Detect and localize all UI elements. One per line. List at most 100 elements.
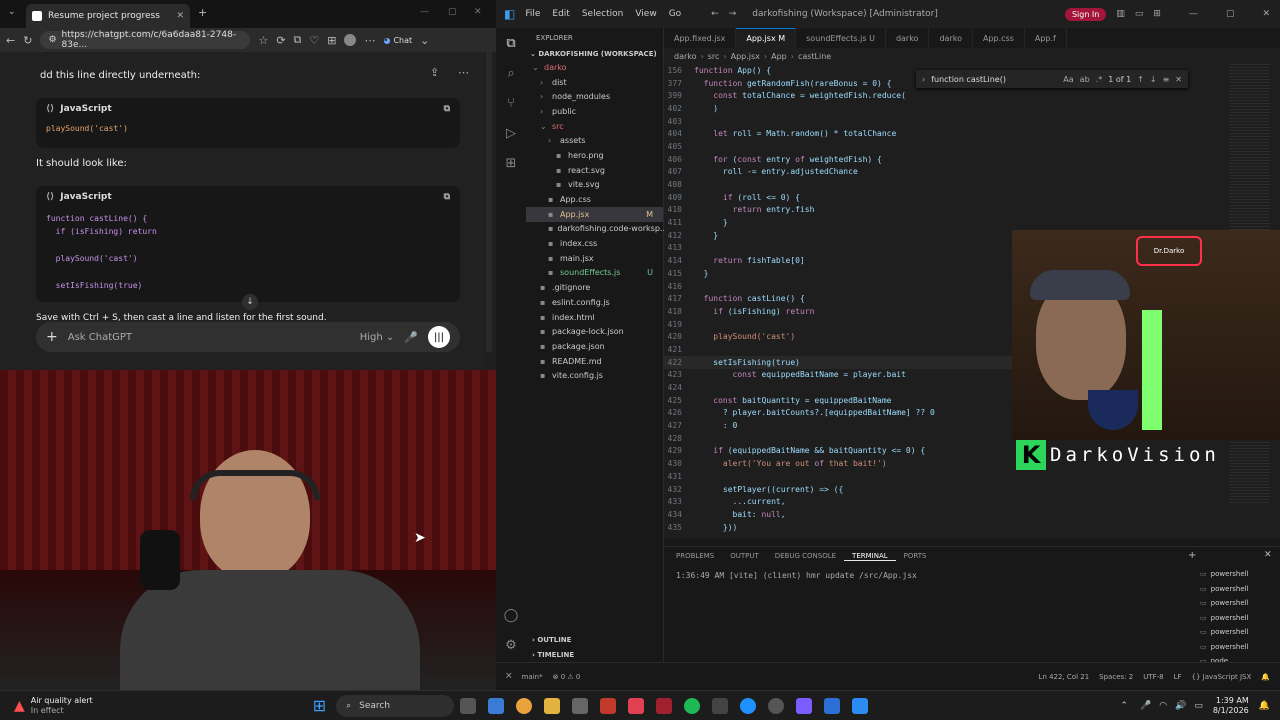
file-tree-item[interactable]: ▪ package.json — [526, 339, 663, 354]
start-button-icon[interactable]: ⊞ — [313, 696, 326, 715]
refresh-icon[interactable]: ⟳ — [276, 34, 285, 47]
workspace-header[interactable]: ⌄ DARKOFISHING (WORKSPACE) — [526, 48, 663, 60]
status-item[interactable]: LF — [1174, 673, 1182, 681]
favorites-icon[interactable]: ♡ — [309, 34, 319, 47]
mic-tray-icon[interactable]: 🎤 — [1140, 701, 1151, 711]
model-level-selector[interactable]: High ⌄ — [360, 332, 395, 343]
attach-plus-icon[interactable]: + — [46, 329, 58, 345]
extension-icon[interactable]: ⧉ — [294, 33, 302, 47]
editor-tab[interactable]: darko — [929, 28, 973, 48]
prev-match-icon[interactable]: ↑ — [1137, 75, 1144, 84]
menu-item-edit[interactable]: Edit — [552, 9, 569, 19]
timeline-section[interactable]: › TIMELINE — [526, 651, 663, 659]
voice-mode-icon[interactable]: ||| — [428, 326, 450, 348]
app-icon-8[interactable] — [656, 697, 673, 714]
editor-tab[interactable]: App.css — [973, 28, 1025, 48]
remote-icon[interactable]: ⨉ — [506, 672, 512, 681]
find-close-icon[interactable]: ✕ — [1175, 75, 1182, 84]
nav-back-icon[interactable]: ← — [711, 9, 719, 19]
file-tree-item[interactable]: ▪ soundEffects.js U — [526, 266, 663, 281]
editor-tab[interactable]: App.fixed.jsx — [664, 28, 737, 48]
more-options-icon[interactable]: ⋯ — [364, 34, 375, 47]
match-word-icon[interactable]: ab — [1080, 75, 1090, 84]
file-tree-item[interactable]: ⌄ darko — [526, 60, 663, 75]
terminal-instance[interactable]: ▭ powershell — [1200, 582, 1280, 597]
battery-icon[interactable]: ▭ — [1194, 701, 1203, 711]
profile-avatar[interactable] — [344, 34, 357, 46]
editor-tab[interactable]: darko — [886, 28, 930, 48]
file-tree-item[interactable]: ▪ App.css — [526, 192, 663, 207]
find-expand-icon[interactable]: › — [922, 75, 925, 84]
nav-forward-icon[interactable]: → — [729, 9, 737, 19]
tab-list-icon[interactable]: ⌄ — [8, 7, 16, 17]
new-tab-icon[interactable]: + — [198, 6, 207, 19]
account-icon[interactable]: ◯ — [496, 600, 526, 630]
reload-icon[interactable]: ↻ — [23, 34, 32, 47]
task-view-icon[interactable] — [460, 697, 477, 714]
breadcrumb-item[interactable]: darko — [674, 52, 697, 61]
sidebar-toggle-icon[interactable]: ⌄ — [420, 34, 429, 47]
file-explorer-icon[interactable] — [544, 697, 561, 714]
match-case-icon[interactable]: Aa — [1063, 75, 1073, 84]
tray-chevron-icon[interactable]: ⌃ — [1120, 701, 1128, 711]
maps-icon[interactable] — [628, 697, 645, 714]
terminal-instance[interactable]: ▭ powershell — [1200, 611, 1280, 626]
breadcrumb-item[interactable]: App — [771, 52, 787, 61]
menu-item-go[interactable]: Go — [669, 9, 681, 19]
status-item[interactable]: Ln 422, Col 21 — [1039, 673, 1090, 681]
file-tree-item[interactable]: › dist — [526, 75, 663, 90]
explorer-icon[interactable]: ⧉ — [496, 28, 526, 58]
file-tree-item[interactable]: ⌄ src — [526, 119, 663, 134]
terminal-instance[interactable]: ▭ powershell — [1200, 625, 1280, 640]
panel-tab-debug-console[interactable]: DEBUG CONSOLE — [767, 552, 844, 560]
workspace-title[interactable]: darkofishing (Workspace) [Administrator] — [752, 9, 938, 19]
back-icon[interactable]: ← — [6, 34, 15, 47]
chat-scrollbar[interactable] — [486, 52, 492, 352]
status-item[interactable]: main* — [522, 673, 543, 681]
menu-item-selection[interactable]: Selection — [582, 9, 623, 19]
vs-minimize-icon[interactable]: — — [1189, 9, 1198, 19]
share-icon[interactable]: ⇪ — [430, 66, 439, 79]
find-selection-icon[interactable]: ≡ — [1163, 75, 1170, 84]
spotify-icon[interactable] — [684, 697, 701, 714]
site-info-icon[interactable]: ⚙ — [48, 35, 56, 45]
vscode-taskbar-icon[interactable] — [852, 697, 869, 714]
file-tree-item[interactable]: ▪ index.css — [526, 236, 663, 251]
status-item[interactable]: UTF-8 — [1143, 673, 1163, 681]
search-icon[interactable]: ⌕ — [496, 58, 526, 88]
scroll-down-icon[interactable]: ↓ — [242, 294, 258, 310]
copilot-chat-button[interactable]: ◕ Chat — [383, 36, 412, 45]
copy-icon[interactable]: ⧉ — [444, 104, 450, 114]
file-tree-item[interactable]: ▪ hero.png — [526, 148, 663, 163]
file-tree-item[interactable]: ▪ README.md — [526, 354, 663, 369]
edge-icon[interactable] — [740, 697, 757, 714]
new-terminal-icon[interactable]: + — [1188, 550, 1196, 561]
file-tree-item[interactable]: ▪ App.jsx M — [526, 206, 663, 222]
close-window-icon[interactable]: ✕ — [474, 7, 482, 17]
notification-center-icon[interactable]: 🔔 — [1259, 701, 1270, 711]
openai-icon[interactable] — [768, 697, 785, 714]
file-tree-item[interactable]: ▪ package-lock.json — [526, 324, 663, 339]
minimize-icon[interactable]: — — [420, 7, 429, 17]
chat-composer[interactable]: + Ask ChatGPT High ⌄ 🎤 ||| — [36, 322, 460, 352]
discord-icon[interactable] — [796, 697, 813, 714]
copilot-app-icon[interactable] — [488, 697, 505, 714]
maximize-icon[interactable]: ▢ — [448, 7, 457, 17]
terminal-instance[interactable]: ▭ powershell — [1200, 567, 1280, 582]
breadcrumb-item[interactable]: src — [708, 52, 720, 61]
close-panel-icon[interactable]: ✕ — [1264, 550, 1272, 560]
browser-tab[interactable]: Resume project progress ✕ — [26, 4, 190, 28]
panel-tab-output[interactable]: OUTPUT — [722, 552, 767, 560]
weather-widget[interactable]: Air quality alert In effect — [31, 696, 93, 716]
file-tree-item[interactable]: ▪ react.svg — [526, 163, 663, 178]
settings-gear-icon[interactable]: ⚙ — [496, 630, 526, 660]
status-item[interactable]: {} JavaScript JSX — [1192, 673, 1252, 681]
menu-item-file[interactable]: File — [525, 9, 540, 19]
editor-tab[interactable]: App.jsx M — [736, 28, 797, 48]
microphone-icon[interactable]: 🎤 — [404, 331, 418, 344]
store-icon[interactable] — [572, 697, 589, 714]
sign-in-button[interactable]: Sign In — [1064, 7, 1107, 21]
copy-icon[interactable]: ⧉ — [444, 192, 450, 202]
editor-tab[interactable]: App.f — [1025, 28, 1067, 48]
terminal-instance[interactable]: ▭ powershell — [1200, 596, 1280, 611]
